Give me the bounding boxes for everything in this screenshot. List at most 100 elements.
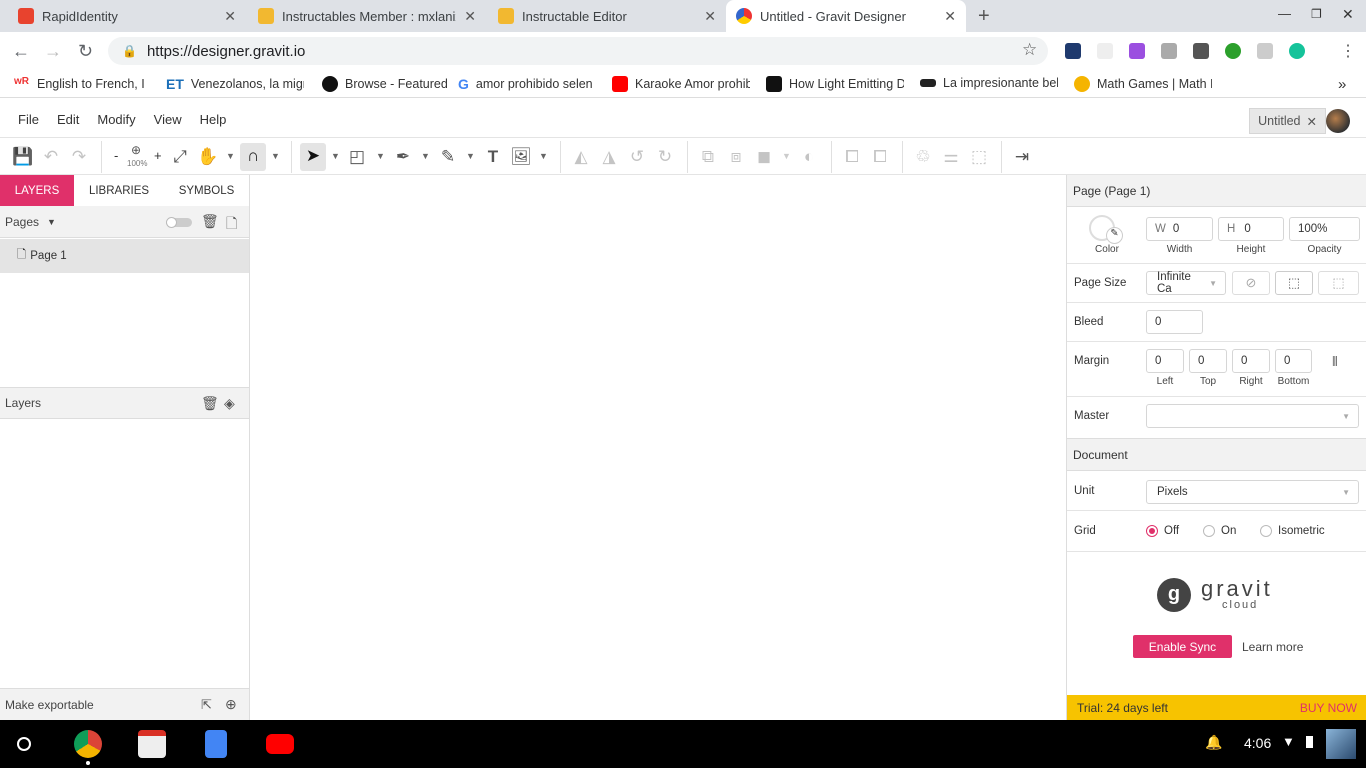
- zoom-out-button[interactable]: -: [114, 148, 118, 163]
- battery-icon[interactable]: [1306, 736, 1313, 748]
- extension-icon[interactable]: [1257, 43, 1273, 59]
- chevron-down-icon[interactable]: ▼: [331, 151, 340, 161]
- export-icon[interactable]: ⇥: [1011, 147, 1033, 167]
- tab-rapididentity[interactable]: RapidIdentity ✕: [8, 0, 246, 32]
- menu-help[interactable]: Help: [191, 112, 236, 127]
- rotate-left-icon[interactable]: ↺: [626, 147, 648, 167]
- symbol-icon[interactable]: ♲: [912, 147, 934, 167]
- show-in-master-icon[interactable]: ⬚: [1318, 271, 1359, 295]
- add-layer-icon[interactable]: ◈: [224, 395, 235, 412]
- chevron-down-icon[interactable]: ▼: [466, 151, 475, 161]
- extension-icon[interactable]: [1161, 43, 1177, 59]
- extension-icon[interactable]: [1097, 43, 1113, 59]
- more-bookmarks-button[interactable]: »: [1338, 76, 1346, 93]
- undo-icon[interactable]: ↶: [40, 147, 62, 167]
- avatar[interactable]: [1326, 109, 1350, 133]
- width-input[interactable]: W0: [1146, 217, 1213, 241]
- forward-icon[interactable]: →: [44, 41, 62, 62]
- document-tab[interactable]: Untitled ✕: [1249, 108, 1326, 134]
- trash-icon[interactable]: 🗑: [201, 213, 219, 230]
- pen-tool-icon[interactable]: ✒: [392, 147, 414, 167]
- bookmark-item[interactable]: Karaoke Amor prohib: [612, 76, 750, 92]
- bookmark-item[interactable]: La impresionante bel: [920, 76, 1058, 90]
- zoom-in-button[interactable]: +: [154, 148, 162, 163]
- clip-content-icon[interactable]: ⬚: [1275, 271, 1313, 295]
- power-extension-icon[interactable]: [1225, 43, 1241, 59]
- unit-select[interactable]: Pixels ▼: [1146, 480, 1359, 504]
- trash-icon[interactable]: 🗑: [201, 395, 219, 412]
- page-list-item[interactable]: 🗋 Page 1: [0, 239, 249, 273]
- bookmark-item[interactable]: Gamor prohibido selen: [458, 76, 596, 92]
- grid-off-radio[interactable]: Off: [1146, 525, 1179, 537]
- text-tool-icon[interactable]: T: [482, 147, 504, 167]
- grid-on-radio[interactable]: On: [1203, 525, 1236, 537]
- export-settings-icon[interactable]: ⇱: [201, 697, 212, 713]
- bring-forward-icon[interactable]: ⧠: [841, 147, 863, 167]
- chevron-down-icon[interactable]: ▼: [539, 151, 548, 161]
- flip-vertical-icon[interactable]: ◮: [598, 147, 620, 167]
- mask-icon[interactable]: ◐: [798, 147, 820, 167]
- extension-icon[interactable]: [1193, 43, 1209, 59]
- chevron-down-icon[interactable]: ▼: [421, 151, 430, 161]
- buy-now-link[interactable]: BUY NOW: [1300, 701, 1357, 715]
- bookmark-item[interactable]: Browse - Featured: [322, 76, 447, 92]
- page-size-select[interactable]: Infinite Ca ▼: [1146, 271, 1226, 295]
- chrome-app-icon[interactable]: [74, 730, 102, 758]
- zoom-icon[interactable]: ⊕: [131, 143, 141, 157]
- eyedropper-icon[interactable]: ✎: [1106, 227, 1123, 244]
- chevron-down-icon[interactable]: ▼: [376, 151, 385, 161]
- learn-more-link[interactable]: Learn more: [1242, 640, 1303, 654]
- link-margins-icon[interactable]: ⦀: [1332, 354, 1338, 370]
- notification-bell-icon[interactable]: 🔔: [1205, 734, 1222, 751]
- gmail-app-icon[interactable]: [138, 730, 166, 758]
- bookmark-item[interactable]: ET Venezolanos, la migr: [166, 76, 304, 92]
- bookmark-star-icon[interactable]: ☆: [1022, 40, 1037, 60]
- margin-right-input[interactable]: 0: [1232, 349, 1270, 373]
- shape-tool-icon[interactable]: ◰: [346, 147, 368, 167]
- wifi-icon[interactable]: ▼: [1282, 734, 1295, 749]
- close-window-button[interactable]: ✕: [1342, 6, 1354, 23]
- menu-file[interactable]: File: [9, 112, 48, 127]
- docs-app-icon[interactable]: [205, 730, 227, 758]
- url-input[interactable]: 🔒 https://designer.gravit.io: [108, 37, 1048, 65]
- ungroup-icon[interactable]: ⧈: [725, 147, 747, 167]
- reload-icon[interactable]: ↻: [78, 41, 93, 62]
- pages-toggle[interactable]: [166, 217, 192, 228]
- chevron-down-icon[interactable]: ▼: [782, 151, 791, 161]
- menu-view[interactable]: View: [145, 112, 191, 127]
- chevron-down-icon[interactable]: ▼: [271, 151, 280, 161]
- close-icon[interactable]: ✕: [1307, 114, 1317, 129]
- boolean-icon[interactable]: ◼: [753, 147, 775, 167]
- height-input[interactable]: H0: [1218, 217, 1284, 241]
- redo-icon[interactable]: ↷: [68, 147, 90, 167]
- minimize-button[interactable]: —: [1278, 6, 1291, 21]
- close-icon[interactable]: ✕: [464, 8, 476, 25]
- user-avatar[interactable]: [1326, 729, 1356, 759]
- grid-isometric-radio[interactable]: Isometric: [1260, 525, 1325, 537]
- new-tab-button[interactable]: +: [978, 5, 990, 28]
- add-page-icon[interactable]: 🗋: [226, 213, 237, 237]
- opacity-input[interactable]: 100%: [1289, 217, 1360, 241]
- menu-modify[interactable]: Modify: [88, 112, 144, 127]
- snap-magnet-icon[interactable]: ∩: [240, 143, 266, 171]
- enable-sync-button[interactable]: Enable Sync: [1133, 635, 1232, 658]
- maximize-button[interactable]: ❐: [1311, 7, 1322, 21]
- send-backward-icon[interactable]: ⧠: [869, 147, 891, 167]
- pointer-tool-icon[interactable]: ➤: [300, 143, 326, 171]
- chevron-down-icon[interactable]: ▼: [47, 217, 56, 227]
- tab-libraries[interactable]: LIBRARIES: [74, 175, 164, 206]
- bleed-input[interactable]: 0: [1146, 310, 1203, 334]
- margin-top-input[interactable]: 0: [1189, 349, 1227, 373]
- grammarly-icon[interactable]: [1289, 43, 1305, 59]
- close-icon[interactable]: ✕: [224, 8, 236, 25]
- add-export-icon[interactable]: ⊕: [225, 696, 237, 713]
- canvas[interactable]: [250, 175, 1066, 720]
- close-icon[interactable]: ✕: [944, 8, 956, 25]
- save-icon[interactable]: 💾: [12, 147, 34, 167]
- hand-tool-icon[interactable]: ✋: [197, 147, 219, 167]
- align-icon[interactable]: ⚌: [940, 147, 962, 167]
- orientation-icon[interactable]: ⊘: [1232, 271, 1270, 295]
- bookmark-item[interactable]: wR English to French, Ita: [14, 76, 144, 92]
- pencil-tool-icon[interactable]: ✎: [437, 147, 459, 167]
- close-icon[interactable]: ✕: [704, 8, 716, 25]
